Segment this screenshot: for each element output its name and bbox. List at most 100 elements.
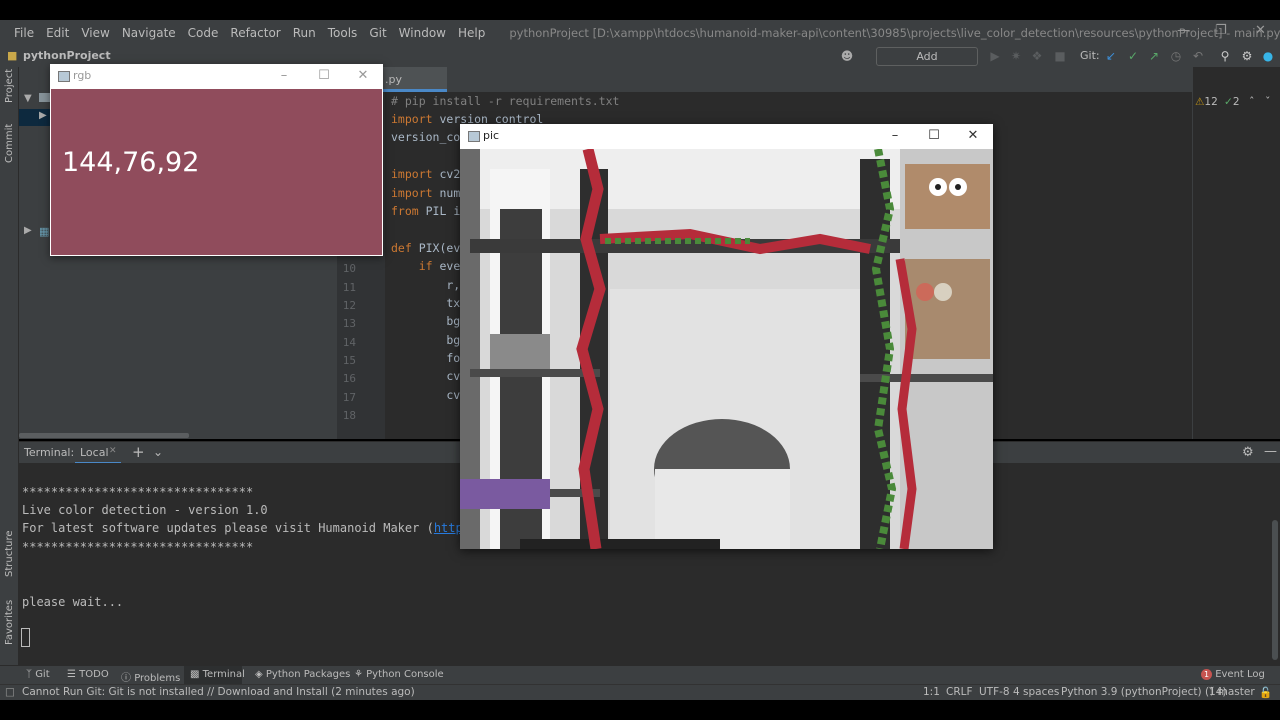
close-tab-icon[interactable]: ✕	[109, 446, 117, 456]
project-tool-label[interactable]: Project	[4, 69, 15, 103]
code-line[interactable]: cv	[391, 388, 460, 402]
menu-edit[interactable]: Edit	[46, 26, 69, 40]
code-line[interactable]: import num	[391, 186, 460, 200]
menu-code[interactable]: Code	[188, 26, 219, 40]
code-text: cv	[391, 388, 461, 402]
window-title: pythonProject [D:\xampp\htdocs\humanoid-…	[509, 25, 1280, 40]
maximize-icon[interactable]: ☐	[314, 68, 334, 83]
camera-feed[interactable]	[460, 149, 993, 549]
status-message[interactable]: Cannot Run Git: Git is not installed // …	[22, 686, 415, 698]
minimize-icon[interactable]: –	[274, 68, 294, 83]
restore-icon[interactable]: ❐	[1215, 23, 1227, 38]
menu-file[interactable]: File	[14, 26, 34, 40]
git-branch-icon: ᛉ	[1208, 686, 1218, 698]
python-interpreter[interactable]: Python 3.9 (pythonProject) (14)	[1061, 686, 1227, 698]
chevron-up-icon[interactable]: ˆ	[1249, 95, 1255, 108]
git-update-icon[interactable]: ↙	[1104, 49, 1118, 63]
close-icon[interactable]: ✕	[353, 68, 373, 83]
history-icon[interactable]: ◷	[1169, 49, 1183, 63]
indent-setting[interactable]: 4 spaces	[1013, 686, 1059, 698]
bottom-black-bar	[0, 700, 1280, 720]
chevron-down-icon[interactable]: ▼	[24, 93, 32, 104]
minimize-icon[interactable]: –	[885, 128, 905, 143]
git-branch[interactable]: ᛉ master	[1208, 686, 1255, 698]
debug-icon[interactable]: ✷	[1009, 49, 1023, 63]
code-line[interactable]: # pip install -r requirements.txt	[391, 94, 619, 108]
maximize-icon[interactable]: ☐	[924, 128, 944, 143]
new-session-icon[interactable]: +	[132, 443, 145, 461]
code-line[interactable]: from PIL i	[391, 204, 460, 218]
code-line[interactable]: bg	[391, 333, 460, 347]
code-line[interactable]: fo	[391, 351, 460, 365]
caret-position[interactable]: 1:1	[923, 686, 940, 698]
tab-python-console[interactable]: ⚘ Python Console	[354, 669, 444, 680]
add-configuration-button[interactable]: Add Configuration...	[876, 47, 978, 80]
menu-run[interactable]: Run	[293, 26, 316, 40]
settings-icon[interactable]: ⚙	[1240, 49, 1254, 63]
tab-git[interactable]: ᛉ Git	[26, 669, 50, 680]
settings-icon[interactable]: ⚙	[1242, 445, 1254, 460]
code-line[interactable]: tx	[391, 296, 460, 310]
rgb-window-titlebar[interactable]: rgb – ☐ ✕	[50, 64, 383, 89]
lock-icon[interactable]: 🔓	[1259, 686, 1272, 699]
code-text: bg	[391, 314, 461, 328]
inspection-warnings[interactable]: ⚠12	[1195, 96, 1218, 108]
menu-tools[interactable]: Tools	[328, 26, 358, 40]
code-line[interactable]: def PIX(ev	[391, 241, 460, 255]
rgb-window-title: rgb	[73, 69, 92, 82]
tab-terminal[interactable]: ▩ Terminal	[190, 669, 245, 680]
code-keyword: def	[391, 241, 412, 255]
user-icon[interactable]: ☻	[840, 49, 854, 63]
menu-view[interactable]: View	[81, 26, 109, 40]
close-icon[interactable]: ✕	[963, 128, 983, 143]
favorites-tool-label[interactable]: Favorites	[4, 600, 15, 645]
code-line[interactable]: r,	[391, 278, 460, 292]
plugin-icon[interactable]: ●	[1261, 49, 1275, 63]
code-line[interactable]: if eve	[391, 259, 461, 273]
git-push-icon[interactable]: ↗	[1147, 49, 1161, 63]
stop-icon[interactable]: ■	[1053, 49, 1067, 63]
chevron-down-icon[interactable]: ˇ	[1265, 95, 1271, 108]
rollback-icon[interactable]: ↶	[1191, 49, 1205, 63]
chevron-right-icon[interactable]: ▶	[24, 225, 32, 236]
event-log-button[interactable]: 1 Event Log	[1201, 669, 1265, 680]
menu-window[interactable]: Window	[399, 26, 446, 40]
menu-navigate[interactable]: Navigate	[122, 26, 176, 40]
coverage-icon[interactable]: ❖	[1030, 49, 1044, 63]
chevron-right-icon[interactable]: ▶	[39, 110, 47, 121]
code-text: cv2	[432, 167, 461, 181]
line-separator[interactable]: CRLF	[946, 686, 973, 698]
code-line[interactable]: version_co	[391, 130, 460, 144]
project-breadcrumb[interactable]: pythonProject	[23, 49, 111, 62]
tab-problems[interactable]: ⓘ Problems	[121, 669, 180, 684]
menu-refactor[interactable]: Refactor	[230, 26, 280, 40]
file-encoding[interactable]: UTF-8	[979, 686, 1010, 698]
structure-tool-label[interactable]: Structure	[4, 530, 15, 577]
inspection-weak[interactable]: ✓2	[1224, 96, 1240, 108]
tab-python-packages[interactable]: ◈ Python Packages	[255, 669, 350, 680]
toggle-panels-icon[interactable]: □	[5, 686, 15, 698]
layers-icon: ◈	[255, 669, 266, 680]
git-commit-icon[interactable]: ✓	[1126, 49, 1140, 63]
code-line[interactable]: bg	[391, 314, 460, 328]
code-line[interactable]: cv	[391, 369, 460, 383]
chevron-down-icon[interactable]: ⌄	[153, 445, 163, 459]
horizontal-scrollbar[interactable]	[19, 433, 189, 438]
menu-help[interactable]: Help	[458, 26, 485, 40]
terminal-scrollbar[interactable]	[1272, 520, 1278, 660]
tab-main-py[interactable]: .py	[377, 67, 447, 92]
git-label: Git:	[1080, 49, 1100, 62]
pic-window-titlebar[interactable]: pic – ☐ ✕	[460, 124, 993, 149]
terminal-cursor	[21, 628, 30, 647]
commit-tool-label[interactable]: Commit	[4, 124, 15, 163]
run-icon[interactable]: ▶	[988, 49, 1002, 63]
code-line[interactable]: import cv2	[391, 167, 460, 181]
menu-git[interactable]: Git	[369, 26, 386, 40]
close-icon[interactable]: ✕	[1255, 23, 1266, 38]
tab-todo[interactable]: ☰ TODO	[67, 669, 109, 680]
hide-icon[interactable]: —	[1264, 444, 1277, 459]
search-icon[interactable]: ⚲	[1218, 49, 1232, 63]
tab-local[interactable]: Local ✕	[75, 442, 121, 464]
minimize-icon[interactable]: —	[1177, 23, 1190, 38]
pic-window-title: pic	[483, 129, 500, 142]
